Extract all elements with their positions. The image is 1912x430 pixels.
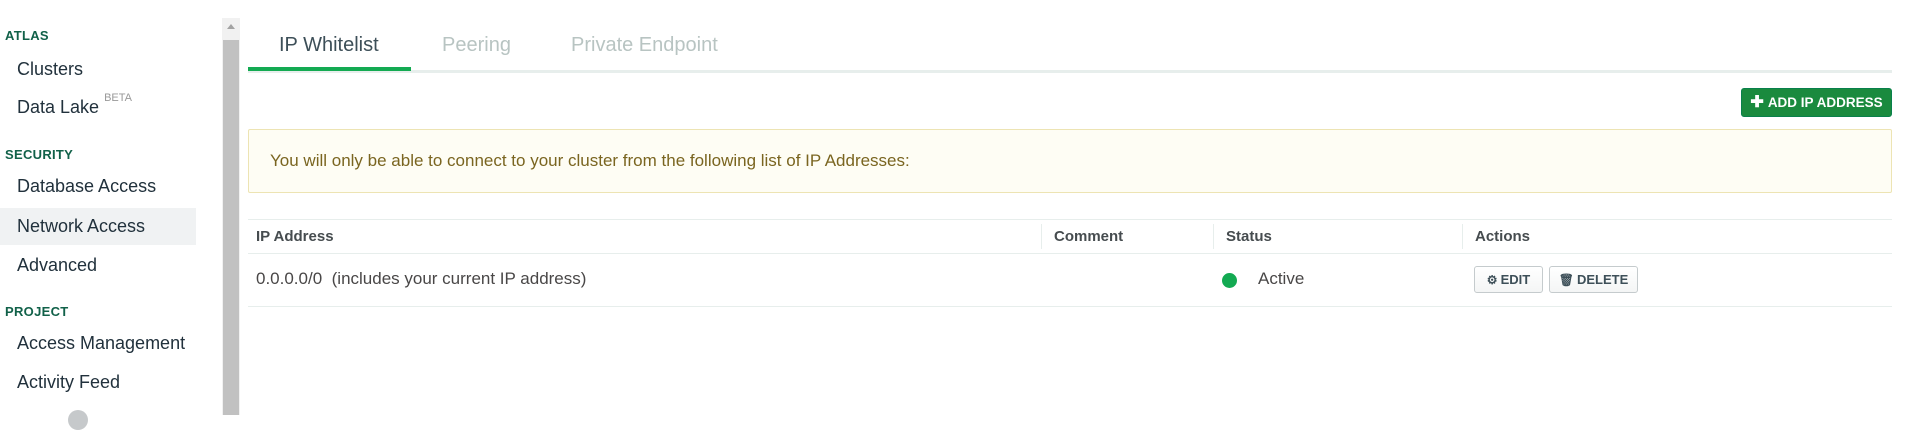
sidebar-item-label: Data Lake	[17, 97, 100, 117]
delete-button[interactable]: 🗑 DELETE	[1549, 266, 1638, 293]
trash-icon: 🗑	[1558, 272, 1574, 287]
table-header: IP Address Comment Status Actions	[248, 219, 1892, 254]
sidebar-item-label: Database Access	[17, 176, 157, 196]
sidebar-section-project: PROJECT	[5, 304, 69, 319]
plus-icon: ✚	[1750, 93, 1764, 111]
tab-peering[interactable]: Peering	[442, 34, 511, 70]
active-tab-indicator	[248, 67, 411, 71]
sidebar-section-atlas: ATLAS	[5, 28, 49, 43]
sidebar-item-label: Advanced	[17, 255, 98, 275]
edit-label: EDIT	[1500, 272, 1531, 287]
tab-ip-whitelist[interactable]: IP Whitelist	[279, 34, 379, 70]
sidebar-item-database-access[interactable]: Database Access	[0, 168, 196, 205]
column-header-status: Status	[1226, 228, 1272, 245]
beta-badge: BETA	[104, 92, 132, 104]
sidebar-scrollbar[interactable]	[222, 18, 240, 415]
tab-private-endpoint[interactable]: Private Endpoint	[571, 34, 718, 70]
ip-address-note: (includes your current IP address)	[331, 269, 587, 288]
column-header-actions: Actions	[1475, 228, 1531, 245]
info-banner: You will only be able to connect to your…	[248, 129, 1892, 193]
status-cell: Active	[1258, 269, 1305, 288]
status-active-icon	[1222, 273, 1237, 288]
ip-address-cell: 0.0.0.0/0 (includes your current IP addr…	[256, 269, 586, 289]
column-header-ip-address: IP Address	[256, 228, 334, 245]
sidebar-item-access-management[interactable]: Access Management	[0, 325, 196, 362]
add-ip-address-button[interactable]: ✚ ADD IP ADDRESS	[1741, 88, 1892, 117]
sidebar-item-advanced[interactable]: Advanced	[0, 247, 196, 284]
sidebar-item-label: Network Access	[17, 216, 146, 236]
sidebar: ATLAS Clusters Data Lake BETA SECURITY Da…	[0, 0, 222, 430]
scroll-up-arrow-icon[interactable]	[222, 18, 240, 36]
ip-address-value: 0.0.0.0/0	[256, 269, 323, 288]
column-divider	[1213, 224, 1214, 249]
column-divider	[1041, 224, 1042, 249]
sidebar-item-network-access[interactable]: Network Access	[0, 208, 196, 245]
sidebar-section-security: SECURITY	[5, 147, 74, 162]
scrollbar-thumb[interactable]	[223, 40, 239, 415]
count-badge	[68, 410, 88, 430]
delete-label: DELETE	[1576, 272, 1629, 287]
add-ip-address-label: ADD IP ADDRESS	[1767, 95, 1883, 110]
sidebar-item-label: Clusters	[17, 59, 84, 79]
tab-bar: IP Whitelist Peering Private Endpoint	[248, 20, 1892, 73]
column-divider	[1462, 224, 1463, 249]
sidebar-item-label: Access Management	[17, 333, 186, 353]
sidebar-item-clusters[interactable]: Clusters	[0, 51, 196, 88]
column-header-comment: Comment	[1054, 228, 1124, 245]
edit-button[interactable]: ⚙ EDIT	[1474, 266, 1543, 293]
banner-text: You will only be able to connect to your…	[270, 151, 910, 170]
sidebar-item-data-lake[interactable]: Data Lake BETA	[0, 89, 196, 126]
sidebar-item-label: Activity Feed	[17, 372, 121, 392]
gear-icon: ⚙	[1486, 272, 1498, 287]
table-row: 0.0.0.0/0 (includes your current IP addr…	[248, 253, 1892, 307]
sidebar-item-activity-feed[interactable]: Activity Feed	[0, 364, 196, 401]
